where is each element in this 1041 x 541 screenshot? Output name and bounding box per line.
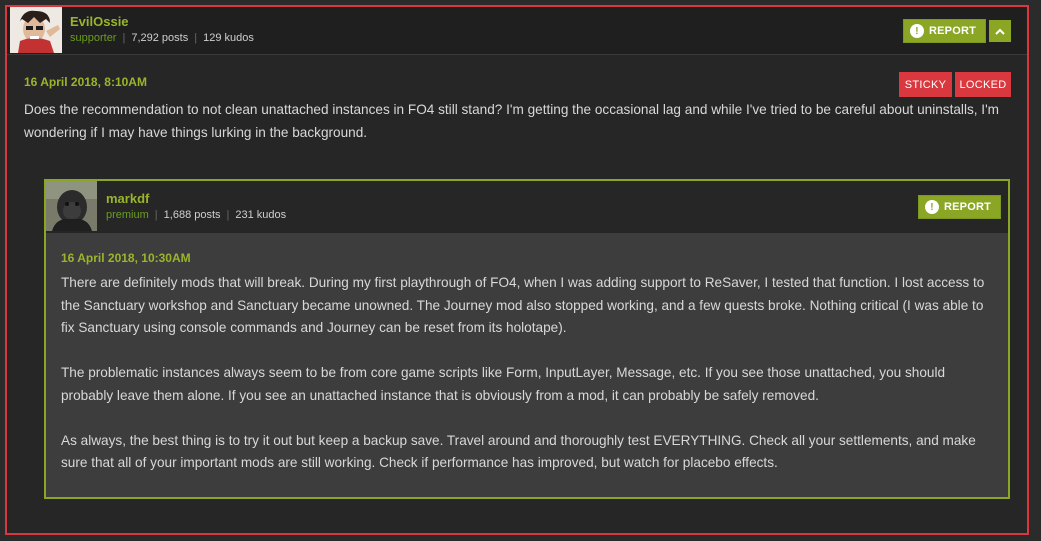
reply-author-kudos: 231 kudos xyxy=(235,209,287,221)
chevron-up-icon xyxy=(995,28,1005,35)
author-kudos: 129 kudos xyxy=(203,32,254,44)
author-avatar[interactable] xyxy=(10,7,62,53)
report-label: REPORT xyxy=(929,25,977,37)
post-header: EvilOssie supporter | 7,292 posts | 129 kudo… xyxy=(7,7,1027,55)
post-date: 16 April 2018, 8:10AM xyxy=(24,75,147,89)
reply-header: markdf premium | 1,688 posts | 231 kudos ! R… xyxy=(46,181,1008,233)
reply-author-avatar[interactable] xyxy=(46,181,97,231)
alert-circle-icon: ! xyxy=(925,200,939,214)
collapse-button[interactable] xyxy=(989,20,1011,42)
sticky-badge: STICKY xyxy=(899,72,952,97)
author-rank: supporter xyxy=(70,32,117,44)
reply-author-post-count: 1,688 posts xyxy=(163,209,221,221)
meta-divider: | xyxy=(154,209,158,221)
alert-circle-icon: ! xyxy=(910,24,924,38)
reply-report-label: REPORT xyxy=(944,201,992,213)
reply-author-name[interactable]: markdf xyxy=(106,191,149,206)
locked-badge: LOCKED xyxy=(955,72,1011,97)
reply-date: 16 April 2018, 10:30AM xyxy=(61,251,191,265)
author-meta: supporter | 7,292 posts | 129 kudos xyxy=(70,32,254,44)
reply-paragraph: There are definitely mods that will brea… xyxy=(61,275,985,335)
forum-post: EvilOssie supporter | 7,292 posts | 129 kudo… xyxy=(5,5,1029,535)
reply-paragraph: The problematic instances always seem to… xyxy=(61,365,946,403)
meta-divider: | xyxy=(122,32,126,44)
meta-divider: | xyxy=(226,209,230,221)
meta-divider: | xyxy=(194,32,198,44)
author-name[interactable]: EvilOssie xyxy=(70,14,129,29)
post-body: Does the recommendation to not clean una… xyxy=(24,102,1000,140)
author-post-count: 7,292 posts xyxy=(131,32,189,44)
report-button[interactable]: ! REPORT xyxy=(903,19,987,43)
reply-body: There are definitely mods that will brea… xyxy=(61,272,996,497)
reply-paragraph: As always, the best thing is to try it o… xyxy=(61,432,976,471)
reply-report-button[interactable]: ! REPORT xyxy=(918,195,1002,219)
reply-author-meta: premium | 1,688 posts | 231 kudos xyxy=(106,209,286,221)
reply-author-rank: premium xyxy=(106,209,149,221)
quoted-reply: markdf premium | 1,688 posts | 231 kudos ! R… xyxy=(44,179,1010,499)
